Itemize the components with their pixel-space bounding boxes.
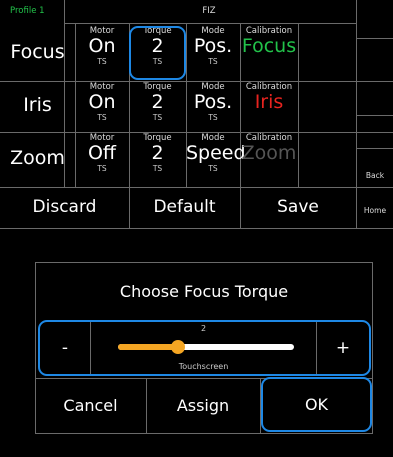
grid-line (0, 228, 393, 229)
assign-button[interactable]: Assign (146, 380, 260, 432)
row-label-zoom: Zoom (10, 147, 65, 169)
selected-torque-highlight (129, 26, 186, 80)
dialog-title: Choose Focus Torque (119, 282, 289, 301)
motor-value: On (88, 91, 116, 113)
slider-value-label: 2 (200, 324, 207, 333)
grid-line (298, 23, 299, 187)
back-button[interactable]: Back (357, 148, 393, 187)
slider-source-label: Touchscreen (178, 362, 229, 371)
side-button-blank-1[interactable] (357, 0, 393, 38)
ok-button[interactable]: OK (261, 378, 372, 432)
iris-calibration-cell[interactable]: Calibration Iris (240, 82, 298, 113)
calibration-value: Iris (254, 91, 284, 113)
zoom-mode-cell[interactable]: Mode Speed TS (186, 133, 246, 173)
side-button-blank-4[interactable] (357, 115, 393, 148)
mode-value: Pos. (193, 35, 233, 57)
focus-motor-cell[interactable]: Motor On TS (75, 26, 129, 66)
mode-source: TS (208, 57, 218, 66)
default-button[interactable]: Default (129, 188, 240, 226)
torque-source: TS (152, 113, 163, 122)
calibration-value: Zoom (241, 142, 297, 164)
motor-source: TS (97, 113, 107, 122)
zoom-torque-cell[interactable]: Torque 2 TS (129, 133, 186, 173)
iris-torque-cell[interactable]: Torque 2 TS (129, 82, 186, 122)
row-label-focus: Focus (10, 41, 65, 63)
increment-button[interactable]: + (317, 322, 369, 374)
zoom-motor-cell[interactable]: Motor Off TS (75, 133, 129, 173)
zoom-calibration-cell[interactable]: Calibration Zoom (240, 133, 298, 164)
discard-button[interactable]: Discard (0, 188, 129, 226)
focus-calibration-cell[interactable]: Calibration Focus (240, 26, 298, 57)
calibration-value: Focus (241, 35, 297, 57)
torque-value: 2 (151, 142, 164, 164)
motor-value: On (88, 35, 116, 57)
home-button[interactable]: Home (357, 187, 393, 228)
motor-source: TS (97, 57, 107, 66)
grid-line (64, 23, 356, 24)
profile-tab[interactable]: Profile 1 (0, 0, 64, 23)
focus-mode-cell[interactable]: Mode Pos. TS (186, 26, 240, 66)
slider-thumb[interactable] (171, 340, 185, 354)
side-button-blank-2[interactable] (357, 38, 393, 81)
mode-value: Speed (186, 142, 246, 164)
torque-source: TS (152, 164, 163, 173)
row-label-iris: Iris (23, 94, 52, 116)
side-button-blank-3[interactable] (357, 81, 393, 115)
slider-fill (118, 344, 178, 350)
motor-source: TS (97, 164, 107, 173)
panel-title: FIZ (202, 6, 216, 16)
mode-source: TS (208, 164, 218, 173)
mode-source: TS (208, 113, 218, 122)
iris-mode-cell[interactable]: Mode Pos. TS (186, 82, 240, 122)
decrement-button[interactable]: - (40, 322, 90, 374)
torque-value: 2 (151, 91, 164, 113)
torque-slider[interactable] (118, 340, 294, 354)
cancel-button[interactable]: Cancel (35, 380, 146, 432)
motor-value: Off (87, 142, 117, 164)
save-button[interactable]: Save (240, 188, 356, 226)
iris-motor-cell[interactable]: Motor On TS (75, 82, 129, 122)
mode-value: Pos. (193, 91, 233, 113)
